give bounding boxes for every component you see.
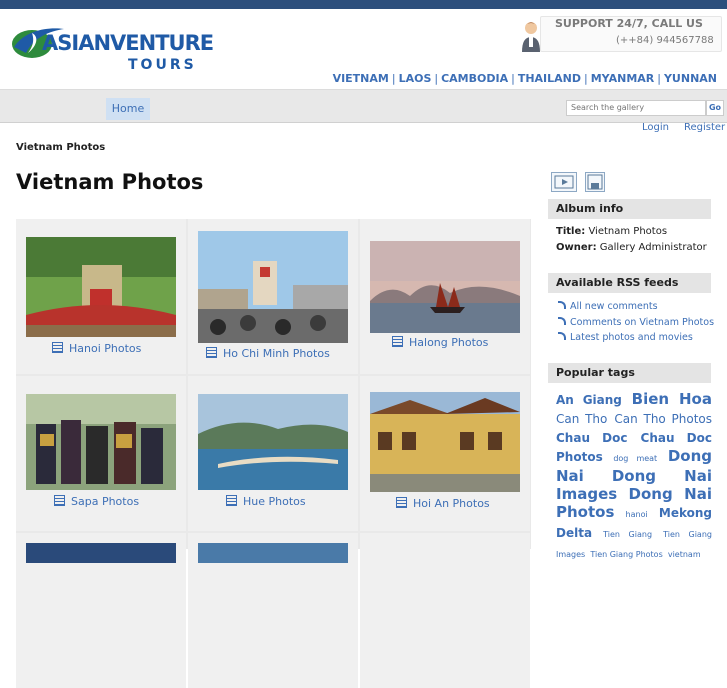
tag-link[interactable]: Can Tho (556, 412, 607, 426)
album-thumbnail-ho-chi-minh[interactable] (198, 231, 348, 343)
rss-label: Comments on Vietnam Photos (570, 317, 715, 328)
album-caption[interactable]: Hue Photos (226, 495, 306, 508)
album-info-header: Album info (548, 199, 711, 219)
album-thumbnail-hanoi[interactable] (26, 237, 176, 337)
album-caption[interactable]: Hanoi Photos (52, 342, 141, 355)
separator: | (511, 72, 515, 85)
login-link[interactable]: Login (642, 122, 669, 133)
top-bar (0, 0, 727, 9)
brand-name: ASIANVENTURE (42, 31, 214, 55)
separator: | (584, 72, 588, 85)
tag-link[interactable]: dog meat (613, 454, 657, 463)
country-link-cambodia[interactable]: CAMBODIA (441, 72, 508, 85)
search-go-button[interactable]: Go (706, 100, 724, 116)
album-title: Hanoi Photos (69, 342, 142, 355)
logo-text[interactable]: ASIANVENTURE (42, 31, 214, 55)
album-thumbnail-hoi-an[interactable] (370, 392, 520, 492)
album-info-title: Title: Vietnam Photos (556, 226, 667, 237)
rss-label: All new comments (570, 301, 658, 312)
rss-icon (558, 301, 566, 309)
album-info-owner: Owner: Gallery Administrator (556, 242, 707, 253)
rss-label: Latest photos and movies (570, 332, 693, 343)
rss-link-all-comments[interactable]: All new comments (558, 301, 658, 312)
separator: | (391, 72, 396, 85)
country-link-vietnam[interactable]: VIETNAM (333, 72, 389, 85)
separator: | (657, 72, 661, 85)
rss-header: Available RSS feeds (548, 273, 711, 293)
album-title: Ho Chi Minh Photos (223, 347, 330, 360)
tags-header: Popular tags (548, 363, 711, 383)
tag-link[interactable]: vietnam (668, 550, 701, 559)
album-icon (206, 347, 217, 358)
tag-link[interactable]: An Giang (556, 393, 622, 407)
tag-cloud: An Giang Bien Hoa Can Tho Can Tho Photos… (556, 390, 712, 563)
album-title: Halong Photos (409, 336, 489, 349)
support-box: SUPPORT 24/7, CALL US (++84) 944567788 (520, 14, 725, 54)
album-cell-ho-chi-minh[interactable]: Ho Chi Minh Photos (188, 219, 358, 374)
album-caption[interactable]: Hoi An Photos (396, 497, 490, 510)
album-cell-sapa[interactable]: Sapa Photos (16, 376, 186, 531)
album-caption[interactable]: Halong Photos (392, 336, 488, 349)
tag-link[interactable]: Bien Hoa (632, 390, 712, 408)
breadcrumb: Vietnam Photos (16, 142, 106, 153)
album-icon (396, 497, 407, 508)
album-icon (226, 495, 237, 506)
tag-link[interactable]: Chau Doc (556, 431, 627, 445)
album-title: Hue Photos (243, 495, 306, 508)
album-thumbnail-row3-1[interactable] (26, 543, 176, 563)
rss-icon (558, 317, 566, 325)
album-caption[interactable]: Ho Chi Minh Photos (206, 347, 330, 360)
album-cell-hanoi[interactable]: Hanoi Photos (16, 219, 186, 374)
album-thumbnail-row3-2[interactable] (198, 543, 348, 563)
support-phone: (++84) 944567788 (616, 35, 714, 46)
title-label: Title: (556, 226, 586, 237)
album-title: Sapa Photos (71, 495, 140, 508)
album-thumbnail-sapa[interactable] (26, 394, 176, 490)
album-cell-halong[interactable]: Halong Photos (360, 219, 530, 374)
album-caption[interactable]: Sapa Photos (54, 495, 139, 508)
album-title: Hoi An Photos (413, 497, 490, 510)
country-link-laos[interactable]: LAOS (399, 72, 432, 85)
country-link-myanmar[interactable]: MYANMAR (591, 72, 655, 85)
album-cell-hoi-an[interactable]: Hoi An Photos (360, 376, 530, 531)
album-icon (54, 495, 65, 506)
country-nav: VIETNAM | LAOS | CAMBODIA | THAILAND | MYANMAR | Y… (333, 72, 717, 85)
album-cell-row3-1[interactable] (16, 533, 186, 688)
site-header: ASIANVENTURE TOURS SUPPORT 24/7, CALL US… (0, 9, 727, 89)
tag-link[interactable]: Tien Giang (603, 530, 652, 539)
owner-value: Gallery Administrator (599, 242, 707, 253)
album-grid: Hanoi Photos Ho Chi Minh Photos Halong P… (16, 219, 531, 688)
album-icon (52, 342, 63, 353)
nav-bar: Home Go (0, 89, 727, 123)
tag-link[interactable]: Can Tho Photos (614, 412, 712, 426)
country-link-yunnan[interactable]: YUNNAN (664, 72, 717, 85)
title-value: Vietnam Photos (588, 226, 668, 237)
rss-icon (558, 332, 566, 340)
rss-link-album-comments[interactable]: Comments on Vietnam Photos (558, 317, 714, 328)
separator: | (434, 72, 439, 85)
album-cell-hue[interactable]: Hue Photos (188, 376, 358, 531)
owner-label: Owner: (556, 242, 597, 253)
album-thumbnail-halong[interactable] (370, 241, 520, 333)
page-title: Vietnam Photos (16, 170, 204, 194)
country-link-thailand[interactable]: THAILAND (518, 72, 581, 85)
album-thumbnail-hue[interactable] (198, 394, 348, 490)
support-heading: SUPPORT 24/7, CALL US (555, 17, 703, 30)
album-cell-row3-2[interactable] (188, 533, 358, 688)
logo-subtitle: TOURS (128, 57, 197, 73)
rss-link-latest[interactable]: Latest photos and movies (558, 332, 693, 343)
register-link[interactable]: Register (684, 122, 725, 133)
support-agent-icon (522, 22, 540, 52)
search-input[interactable] (566, 100, 706, 116)
tag-link[interactable]: Tien Giang Photos (590, 550, 662, 559)
save-icon[interactable] (585, 172, 605, 192)
slideshow-icon[interactable] (551, 172, 577, 192)
album-icon (392, 336, 403, 347)
tag-link[interactable]: hanoi (626, 510, 648, 519)
album-cell-row3-3[interactable] (360, 533, 530, 688)
tab-home[interactable]: Home (106, 98, 150, 120)
